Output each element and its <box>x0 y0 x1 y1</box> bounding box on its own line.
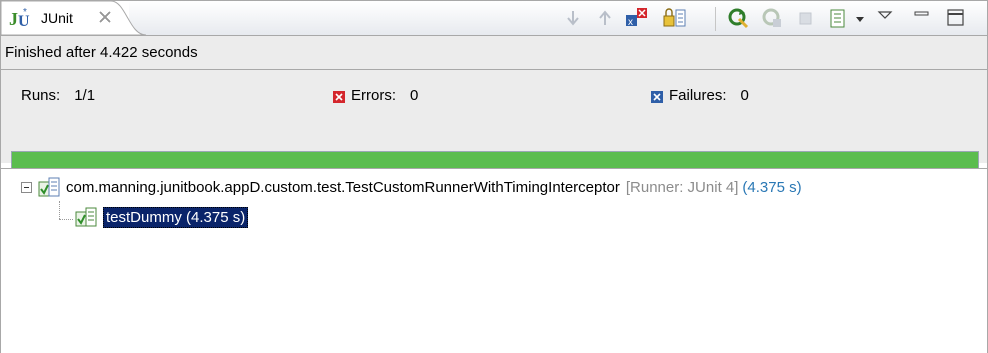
runs-counter: Runs: 1/1 <box>21 87 95 104</box>
tree-connector <box>59 219 73 220</box>
junit-icon: J U * <box>9 5 35 31</box>
failures-label: Failures: <box>669 87 727 104</box>
junit-view: J U * JUnit x Finished after 4.422 secon… <box>0 0 988 353</box>
tab-title: JUnit <box>41 10 73 26</box>
suite-runner: [Runner: JUnit 4] <box>625 178 739 196</box>
failures-value: 0 <box>740 87 749 104</box>
svg-text:x: x <box>628 17 633 28</box>
counter-panel: Runs: 1/1 Errors: 0 Failures: 0 <box>1 70 987 175</box>
junit-tab[interactable]: J U * JUnit <box>1 1 147 35</box>
history-dropdown-icon[interactable] <box>853 7 875 29</box>
suite-name: com.manning.junitbook.appD.custom.test.T… <box>66 178 620 196</box>
errors-value: 0 <box>410 87 419 104</box>
runs-label: Runs: <box>21 87 61 104</box>
view-tab-bar: J U * JUnit x <box>1 1 987 36</box>
errors-counter: Errors: 0 <box>333 87 418 104</box>
svg-text:J: J <box>9 9 18 29</box>
maximize-icon[interactable] <box>945 7 967 29</box>
test-run-history-icon[interactable] <box>827 7 849 29</box>
errors-label: Errors: <box>351 87 396 104</box>
suite-time: (4.375 s) <box>742 178 802 196</box>
failure-icon <box>651 90 663 103</box>
stop-icon[interactable] <box>795 7 817 29</box>
view-menu-icon[interactable] <box>875 7 897 29</box>
failures-counter: Failures: 0 <box>651 87 749 104</box>
test-label[interactable]: testDummy (4.375 s) <box>103 206 249 228</box>
tree-row-suite[interactable]: com.manning.junitbook.appD.custom.test.T… <box>21 176 802 198</box>
collapse-toggle[interactable] <box>21 181 32 193</box>
status-text: Finished after 4.422 seconds <box>5 44 198 61</box>
rerun-test-icon[interactable] <box>727 7 749 29</box>
show-failures-only-icon[interactable]: x <box>625 7 647 29</box>
status-bar: Finished after 4.422 seconds <box>1 36 987 70</box>
minimize-icon[interactable] <box>911 7 933 29</box>
svg-text:*: * <box>23 7 27 18</box>
tree-connector <box>59 201 60 219</box>
close-icon[interactable] <box>97 9 113 25</box>
scroll-lock-icon[interactable] <box>663 7 686 29</box>
error-icon <box>333 90 345 103</box>
previous-failure-icon[interactable] <box>594 7 616 29</box>
tree-row-test[interactable]: testDummy (4.375 s) <box>75 206 249 228</box>
test-tree: com.manning.junitbook.appD.custom.test.T… <box>1 168 987 353</box>
test-passed-icon <box>75 206 97 228</box>
rerun-failed-first-icon[interactable] <box>761 7 783 29</box>
next-failure-icon[interactable] <box>562 7 584 29</box>
runs-value: 1/1 <box>74 87 96 104</box>
toolbar-separator <box>715 7 716 31</box>
test-suite-icon <box>38 176 60 198</box>
